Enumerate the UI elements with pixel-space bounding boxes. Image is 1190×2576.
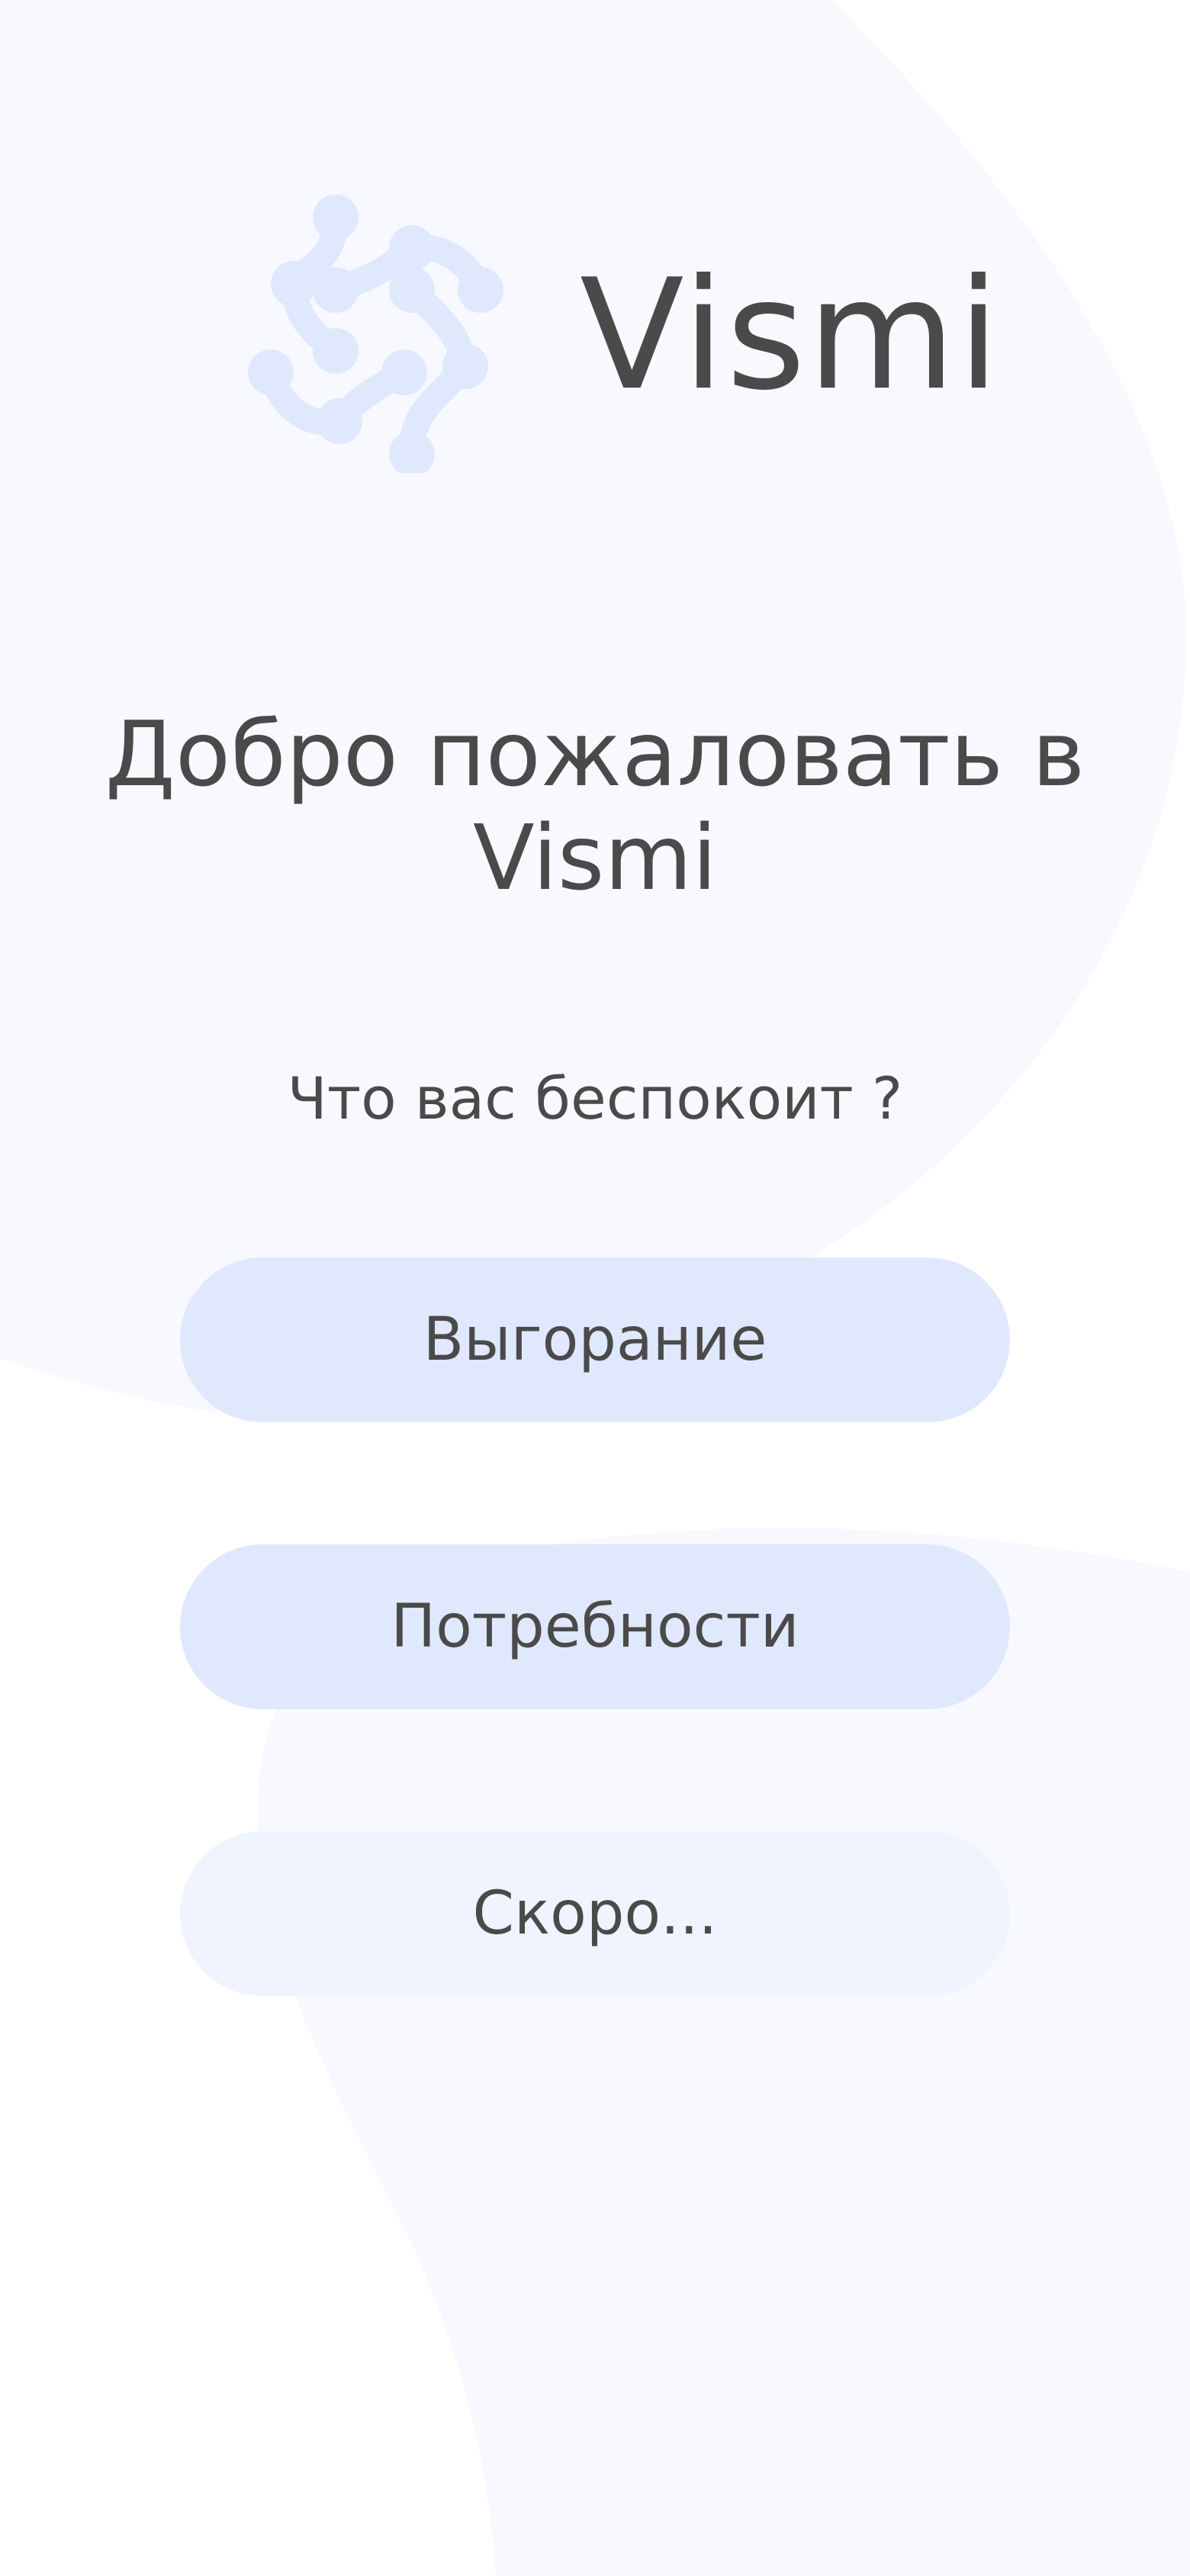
welcome-title-line1: Добро пожаловать в bbox=[105, 701, 1085, 807]
option-coming-soon-button: Скоро... bbox=[180, 1831, 1010, 1996]
logo-header: Vismi bbox=[0, 183, 1190, 473]
option-burnout-button[interactable]: Выгорание bbox=[180, 1257, 1010, 1422]
molecule-network-icon bbox=[248, 195, 503, 473]
welcome-title: Добро пожаловать в Vismi bbox=[61, 702, 1129, 910]
app-name: Vismi bbox=[580, 246, 1002, 424]
welcome-title-line2: Vismi bbox=[472, 805, 718, 910]
option-needs-button[interactable]: Потребности bbox=[180, 1544, 1010, 1709]
concern-question: Что вас беспокоит ? bbox=[287, 1064, 903, 1132]
